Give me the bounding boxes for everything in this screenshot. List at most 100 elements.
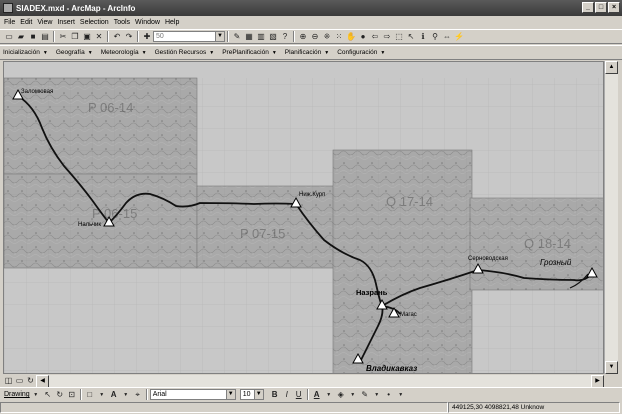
zoom-out-icon[interactable]: ⊖ (310, 32, 320, 42)
menu-insert[interactable]: Insert (57, 19, 75, 26)
add-data-icon[interactable]: ✚ (142, 32, 152, 42)
data-view-tab-icon[interactable]: ◫ (4, 376, 13, 386)
maximize-button[interactable]: □ (595, 2, 607, 13)
layout-view-tab-icon[interactable]: ▭ (15, 376, 24, 386)
select-elements-icon[interactable]: ↖ (43, 390, 53, 400)
menu-window[interactable]: Window (135, 19, 160, 26)
scroll-down-icon[interactable]: ▼ (605, 361, 618, 374)
map-scale-value: 50 (156, 33, 164, 40)
chevron-down-icon[interactable]: ▼ (31, 390, 41, 400)
help-pointer-icon[interactable]: ? (280, 32, 290, 42)
edit-vertices-icon[interactable]: ⌖ (133, 390, 143, 400)
zoom-in-icon[interactable]: ⊕ (298, 32, 308, 42)
measure-icon[interactable]: ⇔ (442, 32, 452, 42)
find-icon[interactable]: ⚲ (430, 32, 440, 42)
chevron-down-icon[interactable]: ▼ (209, 50, 214, 56)
line-color-icon[interactable]: ✎ (360, 390, 370, 400)
chevron-down-icon[interactable]: ▼ (272, 50, 277, 56)
chevron-down-icon[interactable]: ▼ (324, 50, 329, 56)
cut-icon[interactable]: ✂ (58, 32, 68, 42)
font-color-button[interactable]: A (312, 390, 322, 400)
siadex-menu-planificacion[interactable]: Planificación (285, 49, 322, 56)
map-scale-combo[interactable]: 50 ▼ (153, 31, 225, 42)
arccatalog-icon[interactable]: ▥ (256, 32, 266, 42)
rectangle-icon[interactable]: □ (85, 390, 95, 400)
place-label: Назрань (356, 288, 388, 297)
save-icon[interactable]: ■ (28, 32, 38, 42)
chevron-down-icon[interactable]: ▼ (225, 390, 235, 399)
fixed-zoom-in-icon[interactable]: ⁜ (322, 32, 332, 42)
rotate-icon[interactable]: ↻ (55, 390, 65, 400)
siadex-menu-gestion-recursos[interactable]: Gestión Recursos (155, 49, 207, 56)
siadex-menu-configuracion[interactable]: Configuración (337, 49, 377, 56)
menu-view[interactable]: View (37, 19, 52, 26)
chevron-down-icon[interactable]: ▼ (253, 390, 263, 399)
zoom-whole-page-icon[interactable]: ⊡ (67, 390, 77, 400)
new-document-icon[interactable]: ▭ (4, 32, 14, 42)
horizontal-scrollbar[interactable]: ◀ ▶ (36, 375, 604, 388)
close-button[interactable]: × (608, 2, 620, 13)
siadex-menu-preplanificacion[interactable]: PrePlanificación (222, 49, 269, 56)
sheet-label: Q 18-14 (524, 236, 571, 251)
select-elements-icon[interactable]: ↖ (406, 32, 416, 42)
fill-color-icon[interactable]: ◈ (336, 390, 346, 400)
bold-button[interactable]: B (270, 390, 280, 400)
vertical-scrollbar[interactable]: ▲ ▼ (604, 61, 618, 374)
scroll-up-icon[interactable]: ▲ (605, 61, 618, 74)
siadex-menu-meteorologia[interactable]: Meteorología (101, 49, 139, 56)
undo-icon[interactable]: ↶ (112, 32, 122, 42)
place-label: Владикавказ (366, 364, 418, 373)
print-icon[interactable]: ▤ (40, 32, 50, 42)
delete-icon[interactable]: ✕ (94, 32, 104, 42)
chevron-down-icon[interactable]: ▼ (88, 50, 93, 56)
menu-file[interactable]: File (4, 19, 15, 26)
underline-button[interactable]: U (294, 390, 304, 400)
sheet-label: P 06-15 (92, 206, 138, 221)
italic-button[interactable]: I (282, 390, 292, 400)
chevron-down-icon[interactable]: ▼ (348, 390, 358, 400)
new-text-icon[interactable]: A (109, 390, 119, 400)
place-label: Ниж.Курп (299, 192, 326, 198)
menu-tools[interactable]: Tools (114, 19, 130, 26)
fixed-zoom-out-icon[interactable]: ⁙ (334, 32, 344, 42)
drawing-menu[interactable]: Drawing (4, 391, 30, 398)
chevron-down-icon[interactable]: ▼ (142, 50, 147, 56)
pan-icon[interactable]: ✋ (346, 32, 356, 42)
chevron-down-icon[interactable]: ▼ (372, 390, 382, 400)
font-family-combo[interactable]: Arial ▼ (149, 389, 236, 400)
chevron-down-icon[interactable]: ▼ (43, 50, 48, 56)
paste-icon[interactable]: ▣ (82, 32, 92, 42)
drawing-toolbar: Drawing ▼ ↖ ↻ ⊡ □ ▼ A ▼ ⌖ Arial ▼ 10 ▼ B I… (0, 387, 622, 401)
menu-help[interactable]: Help (165, 19, 179, 26)
refresh-icon[interactable]: ↻ (26, 376, 35, 386)
redo-icon[interactable]: ↷ (124, 32, 134, 42)
font-size-combo[interactable]: 10 ▼ (239, 389, 264, 400)
command-line-icon[interactable]: ▧ (268, 32, 278, 42)
chevron-down-icon[interactable]: ▼ (97, 390, 107, 400)
select-features-icon[interactable]: ⬚ (394, 32, 404, 42)
map-canvas[interactable]: P 06-14 P 06-15 P 07-15 Q 17-14 Q 18-14 … (3, 61, 604, 374)
arctoolbox-icon[interactable]: ▦ (244, 32, 254, 42)
full-extent-icon[interactable]: ● (358, 32, 368, 42)
chevron-down-icon[interactable]: ▼ (215, 32, 224, 41)
menu-selection[interactable]: Selection (80, 19, 109, 26)
siadex-menu-inicializacion[interactable]: Inicialización (3, 49, 40, 56)
copy-icon[interactable]: ❐ (70, 32, 80, 42)
chevron-down-icon[interactable]: ▼ (324, 390, 334, 400)
marker-color-icon[interactable]: • (384, 390, 394, 400)
open-folder-icon[interactable]: ▰ (16, 32, 26, 42)
identify-icon[interactable]: ℹ (418, 32, 428, 42)
previous-extent-icon[interactable]: ⇦ (370, 32, 380, 42)
next-extent-icon[interactable]: ⇨ (382, 32, 392, 42)
siadex-menu-geografia[interactable]: Geografía (56, 49, 85, 56)
place-label: Заломювая (21, 89, 54, 95)
chevron-down-icon[interactable]: ▼ (380, 50, 385, 56)
minimize-button[interactable]: _ (582, 2, 594, 13)
chevron-down-icon[interactable]: ▼ (121, 390, 131, 400)
toolbar-separator (79, 389, 82, 400)
sheet-label: P 06-14 (88, 100, 134, 115)
chevron-down-icon[interactable]: ▼ (396, 390, 406, 400)
menu-edit[interactable]: Edit (20, 19, 32, 26)
hyperlink-icon[interactable]: ⚡ (454, 32, 464, 42)
editor-icon[interactable]: ✎ (232, 32, 242, 42)
